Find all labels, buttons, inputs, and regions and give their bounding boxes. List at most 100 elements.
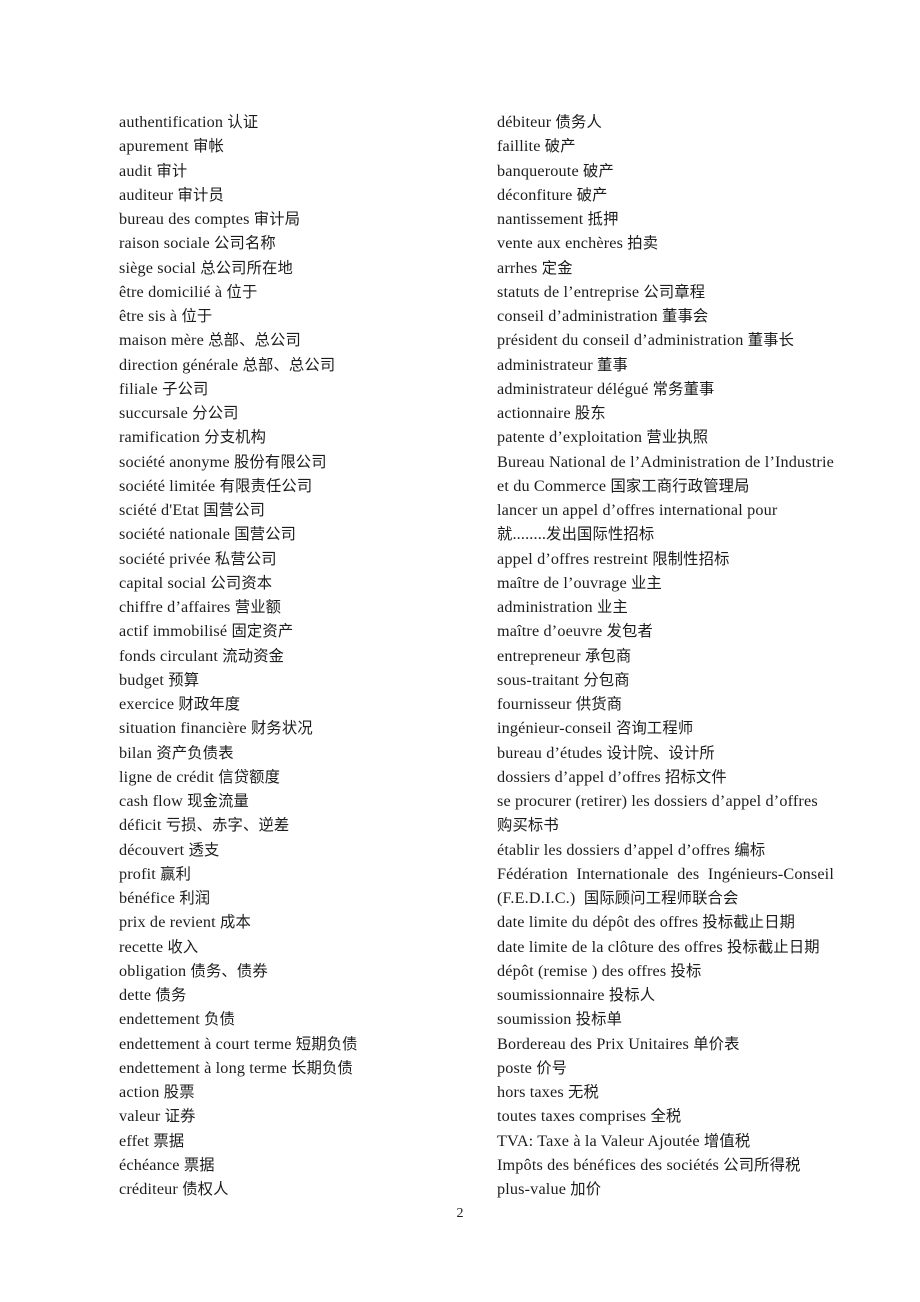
chinese-text: 赢利 bbox=[160, 864, 192, 883]
chinese-text: 财政年度 bbox=[178, 695, 241, 713]
glossary-entry: appel d’offres restreint 限制性招标 bbox=[497, 549, 730, 568]
chinese-text: 透支 bbox=[188, 840, 220, 859]
chinese-text: 就 bbox=[497, 525, 513, 544]
chinese-text: 无税 bbox=[568, 1083, 599, 1101]
chinese-text: 供货商 bbox=[575, 695, 623, 713]
glossary-entry: établir les dossiers d’appel d’offres 编标 bbox=[497, 840, 766, 859]
chinese-text: 业主 bbox=[597, 598, 628, 616]
glossary-entry: Bureau National de l’Administration de l… bbox=[497, 450, 834, 474]
chinese-text: 债权人 bbox=[182, 1180, 229, 1198]
glossary-entry: lancer un appel d’offres international p… bbox=[497, 501, 778, 519]
glossary-entry: sous-traitant 分包商 bbox=[497, 670, 630, 689]
glossary-entry: président du conseil d’administration 董事… bbox=[497, 331, 795, 350]
chinese-text: 董事会 bbox=[662, 307, 709, 325]
chinese-text: 审计局 bbox=[253, 210, 301, 228]
glossary-entry: bureau des comptes 审计局 bbox=[119, 210, 301, 228]
chinese-text: 信贷额度 bbox=[218, 767, 281, 786]
chinese-text: 国营公司 bbox=[234, 525, 297, 544]
glossary-entry: direction générale 总部、总公司 bbox=[119, 355, 336, 374]
glossary-entry: déconfiture 破产 bbox=[497, 185, 608, 204]
glossary-entry: nantissement 抵押 bbox=[497, 210, 619, 228]
glossary-entry: patente d’exploitation 营业执照 bbox=[497, 428, 709, 447]
glossary-entry: 购买标书 bbox=[497, 813, 834, 837]
chinese-text: 财务状况 bbox=[250, 719, 313, 738]
chinese-text: 公司名称 bbox=[214, 234, 276, 253]
glossary-entry: société anonyme 股份有限公司 bbox=[119, 452, 327, 471]
glossary-entry: conseil d’administration 董事会 bbox=[497, 307, 709, 325]
glossary-entry: poste 价号 bbox=[497, 1058, 568, 1077]
glossary-entry: capital social 公司资本 bbox=[119, 573, 273, 592]
glossary-entry: date limite de la clôture des offres 投标截… bbox=[497, 937, 820, 956]
justified-line: Fédération Internationale des Ingénieurs… bbox=[497, 864, 834, 883]
chinese-text: 分包商 bbox=[583, 670, 630, 689]
chinese-text: 国家工商行政管理局 bbox=[610, 476, 750, 495]
chinese-text: 投标截止日期 bbox=[727, 937, 820, 956]
chinese-text: 审计 bbox=[156, 161, 188, 180]
chinese-text: 债务人 bbox=[555, 113, 602, 131]
glossary-entry: cash flow 现金流量 bbox=[119, 792, 249, 810]
glossary-entry: actif immobilisé 固定资产 bbox=[119, 622, 294, 641]
chinese-text: 投标 bbox=[670, 961, 702, 980]
glossary-entry: société limitée 有限责任公司 bbox=[119, 476, 313, 495]
glossary-entry: exercice 财政年度 bbox=[119, 695, 241, 713]
glossary-column-left: authentification 认证 apurement 审帐 audit 审计 a… bbox=[119, 110, 469, 1201]
glossary-entry: faillite 破产 bbox=[497, 137, 576, 156]
chinese-text: 投标人 bbox=[608, 986, 656, 1004]
glossary-entry: valeur 证券 bbox=[119, 1107, 196, 1126]
page-number: 2 bbox=[456, 1206, 464, 1221]
glossary-column-right: débiteur 债务人 faillite 破产 banqueroute 破产 déc… bbox=[497, 110, 834, 1201]
glossary-entry: situation financière 财务状况 bbox=[119, 719, 313, 738]
chinese-text: 股东 bbox=[574, 404, 606, 422]
glossary-entry: Fédération Internationale des Ingénieurs… bbox=[497, 862, 834, 886]
chinese-text: 负债 bbox=[204, 1010, 236, 1029]
chinese-text: 拍卖 bbox=[627, 234, 659, 253]
chinese-text: 债务 bbox=[155, 986, 187, 1004]
glossary-entry: dépôt (remise ) des offres 投标 bbox=[497, 961, 702, 980]
chinese-text: 公司资本 bbox=[210, 573, 273, 592]
glossary-entry: hors taxes 无税 bbox=[497, 1083, 599, 1101]
glossary-entry: ingénieur-conseil 咨询工程师 bbox=[497, 719, 694, 738]
glossary-entry: 就........发出国际性招标 bbox=[497, 525, 655, 544]
glossary-entry: vente aux enchères 拍卖 bbox=[497, 234, 659, 253]
glossary-entry: actionnaire 股东 bbox=[497, 404, 606, 422]
chinese-text: 单价表 bbox=[693, 1034, 740, 1053]
glossary-entry: sciété d'Etat 国营公司 bbox=[119, 501, 266, 519]
glossary-entry: société privée 私营公司 bbox=[119, 549, 277, 568]
glossary-entry: profit 赢利 bbox=[119, 864, 192, 883]
glossary-entry: recette 收入 bbox=[119, 937, 199, 956]
glossary-entry: Bordereau des Prix Unitaires 单价表 bbox=[497, 1034, 740, 1053]
glossary-entry: ramification 分支机构 bbox=[119, 428, 267, 447]
chinese-text: 全税 bbox=[650, 1107, 682, 1126]
glossary-entry: fonds circulant 流动资金 bbox=[119, 646, 285, 665]
chinese-text: 投标截止日期 bbox=[702, 913, 796, 932]
glossary-entry: raison sociale 公司名称 bbox=[119, 234, 276, 253]
chinese-text: 流动资金 bbox=[222, 646, 285, 665]
chinese-text: 公司所得税 bbox=[723, 1155, 801, 1174]
chinese-text: 利润 bbox=[179, 889, 211, 907]
glossary-entry: budget 预算 bbox=[119, 670, 200, 689]
glossary-entry: se procurer (retirer) les dossiers d’app… bbox=[497, 792, 818, 810]
glossary-entry: créditeur 债权人 bbox=[119, 1180, 229, 1198]
chinese-text: 收入 bbox=[167, 937, 199, 956]
glossary-entry: authentification 认证 bbox=[119, 113, 259, 131]
chinese-text: 加价 bbox=[570, 1180, 602, 1198]
chinese-text: 设计院、设计所 bbox=[606, 743, 715, 762]
chinese-text: 资产负债表 bbox=[156, 743, 234, 762]
chinese-text: 有限责任公司 bbox=[219, 476, 313, 495]
glossary-entry: soumissionnaire 投标人 bbox=[497, 986, 656, 1004]
chinese-text: 分公司 bbox=[192, 404, 239, 422]
glossary-entry: maître de l’ouvrage 业主 bbox=[497, 573, 662, 592]
chinese-text: 董事长 bbox=[747, 331, 795, 350]
glossary-entry: filiale 子公司 bbox=[119, 379, 209, 398]
glossary-entry: prix de revient 成本 bbox=[119, 913, 251, 932]
glossary-entry: action 股票 bbox=[119, 1083, 195, 1101]
chinese-text: 营业执照 bbox=[646, 428, 709, 447]
glossary-entry: maison mère 总部、总公司 bbox=[119, 331, 301, 350]
glossary-entry: endettement à long terme 长期负债 bbox=[119, 1058, 353, 1077]
glossary-entry: TVA: Taxe à la Valeur Ajoutée 增值税 bbox=[497, 1131, 751, 1150]
chinese-text: 审帐 bbox=[192, 137, 224, 156]
chinese-text: 国际顾问工程师联合会 bbox=[583, 889, 739, 907]
chinese-text: 分支机构 bbox=[204, 428, 267, 447]
chinese-text: 证券 bbox=[164, 1107, 196, 1126]
chinese-text: 购买标书 bbox=[497, 816, 559, 835]
